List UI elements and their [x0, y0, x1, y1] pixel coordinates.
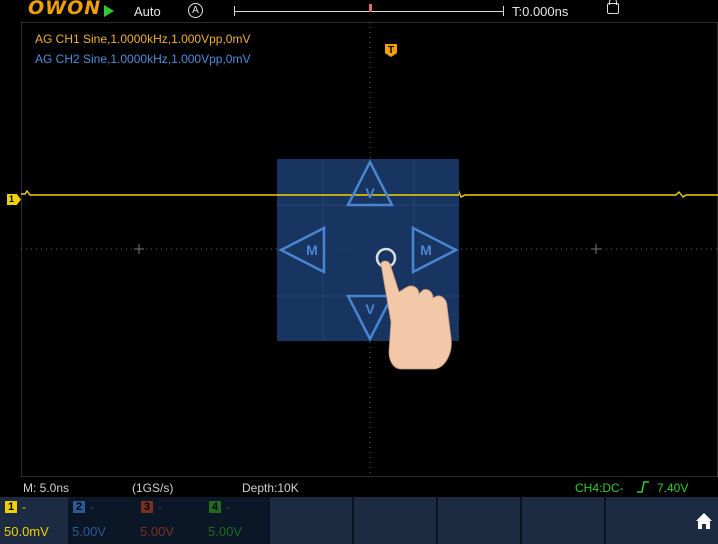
gesture-overlay: V V M M: [277, 159, 459, 370]
ch4-volts-div: 5.00V: [208, 524, 242, 539]
softkey-1[interactable]: [268, 497, 352, 544]
ch1-tile[interactable]: 1 - 50.0mV: [0, 497, 68, 544]
ch1-level-marker[interactable]: 1: [7, 194, 21, 205]
bottom-status-bar: M: 5.0ns (1GS/s) Depth:10K CH4:DC- 7.40V: [0, 477, 718, 497]
up-arrow-label: V: [365, 185, 375, 201]
ch4-number: 4: [209, 501, 221, 513]
play-icon[interactable]: [104, 5, 114, 17]
ch4-tile[interactable]: 4 - 5.00V: [204, 497, 272, 544]
softkey-4[interactable]: [520, 497, 604, 544]
memory-depth: Depth:10K: [242, 481, 299, 495]
softkey-3[interactable]: [436, 497, 520, 544]
rising-edge-icon: [636, 480, 650, 497]
sample-rate: (1GS/s): [132, 481, 174, 495]
home-icon: [696, 513, 712, 529]
channel-menu-bar: 1 - 50.0mV 2 - 5.00V 3 - 5.00V 4 - 5.00V: [0, 497, 718, 544]
waveform-display[interactable]: AG CH1 Sine,1.0000kHz,1.000Vpp,0mV AG CH…: [21, 22, 718, 477]
ch2-volts-div: 5.00V: [72, 524, 106, 539]
time-offset: T:0.000ns: [512, 4, 569, 19]
memory-position-bar: [234, 4, 504, 16]
softkey-2[interactable]: [352, 497, 436, 544]
ch3-tile[interactable]: 3 - 5.00V: [136, 497, 204, 544]
ch1-number: 1: [5, 501, 17, 513]
trigger-mode[interactable]: Auto: [134, 4, 161, 19]
ch2-number: 2: [73, 501, 85, 513]
brand-logo: OWON: [28, 0, 102, 19]
ch4-coupling: -: [226, 500, 230, 514]
lock-icon[interactable]: [607, 0, 619, 14]
down-arrow-label: V: [365, 301, 375, 317]
right-arrow-label: M: [420, 242, 432, 258]
top-status-bar: OWON Auto A T:0.000ns: [0, 0, 718, 22]
ch2-coupling: -: [90, 500, 94, 514]
ch3-volts-div: 5.00V: [140, 524, 174, 539]
ch1-volts-div: 50.0mV: [4, 524, 49, 539]
left-arrow-label: M: [306, 242, 318, 258]
ch3-number: 3: [141, 501, 153, 513]
ch3-coupling: -: [158, 500, 162, 514]
softkey-5[interactable]: [604, 497, 688, 544]
acquire-mode-icon: A: [188, 3, 203, 18]
trigger-level: 7.40V: [657, 481, 689, 495]
home-button[interactable]: [688, 497, 718, 544]
ch1-coupling: -: [22, 500, 26, 514]
timebase: M: 5.0ns: [23, 481, 70, 495]
ch2-tile[interactable]: 2 - 5.00V: [68, 497, 136, 544]
trigger-source: CH4:DC-: [575, 481, 624, 495]
